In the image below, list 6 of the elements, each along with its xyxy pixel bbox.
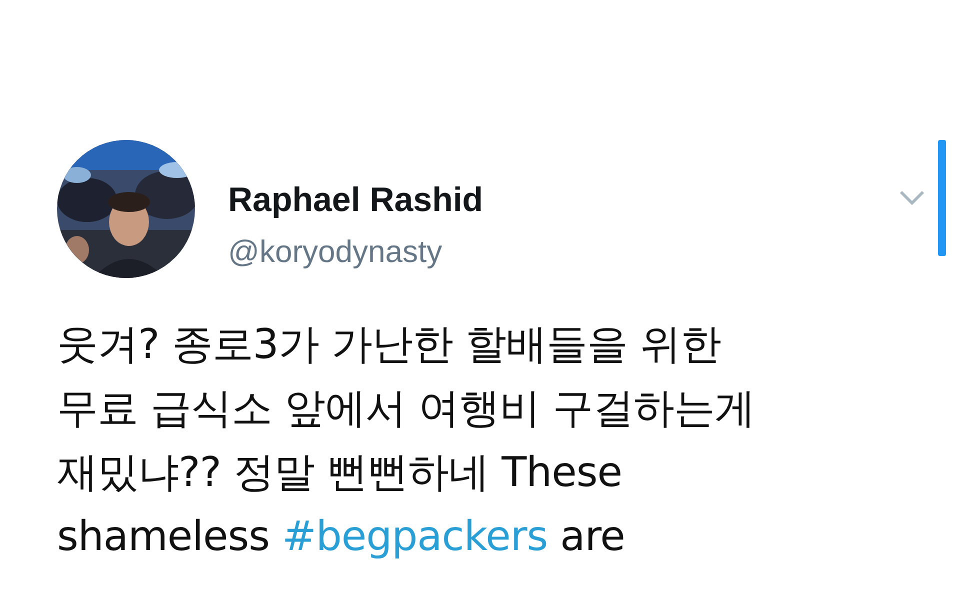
caret-icon[interactable] bbox=[898, 188, 926, 206]
author-name[interactable]: Raphael Rashid bbox=[228, 180, 898, 221]
scrollbar[interactable] bbox=[938, 140, 946, 256]
tweet-text: 웃겨? 종로3가 가난한 할배들을 위한 무료 급식소 앞에서 여행비 구걸하는게 재밌냐?? 정말 뻔뻔하네 These shameless #begpackers are bbox=[57, 319, 756, 562]
hashtag-link[interactable]: #begpackers bbox=[282, 512, 548, 560]
author-handle[interactable]: @koryodynasty bbox=[228, 232, 898, 270]
